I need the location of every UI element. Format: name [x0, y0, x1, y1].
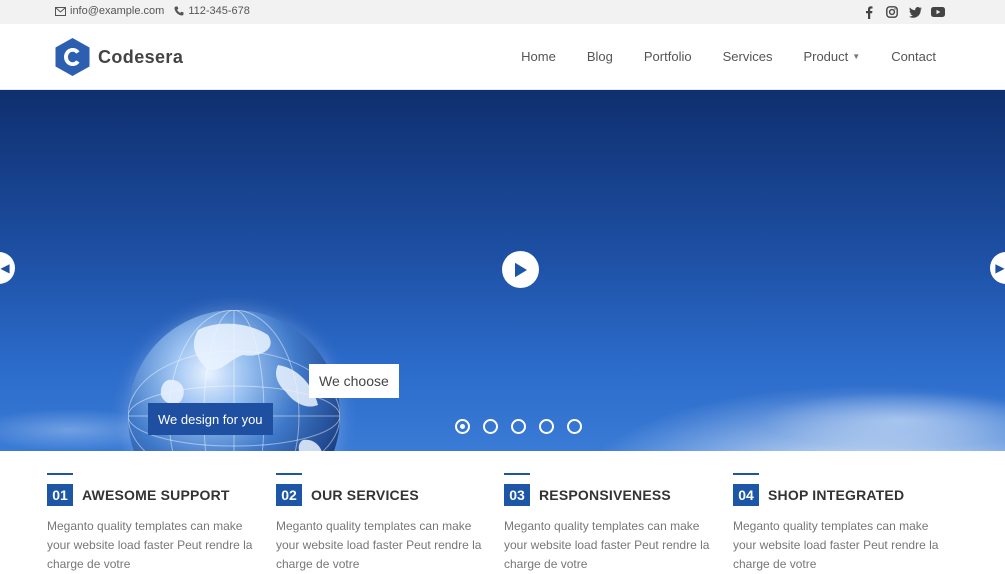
- slider-dot-4[interactable]: [539, 419, 554, 434]
- arrow-right-icon: ▶: [995, 261, 1005, 275]
- slider-dot-1[interactable]: [455, 419, 470, 434]
- play-video-button[interactable]: [502, 251, 539, 288]
- feature-description: Meganto quality templates can make your …: [276, 519, 482, 571]
- slider-pagination: [455, 419, 595, 434]
- play-icon: [514, 262, 527, 277]
- hero-slider: ◀ ▶ We choose We design for you: [0, 90, 1005, 451]
- nav-services[interactable]: Services: [723, 49, 773, 64]
- youtube-icon[interactable]: [931, 5, 945, 19]
- feature-description: Meganto quality templates can make your …: [733, 519, 939, 571]
- slider-next-button[interactable]: ▶: [990, 252, 1005, 284]
- feature-description: Meganto quality templates can make your …: [47, 519, 253, 571]
- social-links: [853, 5, 945, 19]
- feature-accent-bar: [733, 473, 759, 475]
- brand-name: Codesera: [98, 46, 184, 67]
- phone-text: 112-345-678: [188, 5, 250, 17]
- feature-title: RESPONSIVENESS: [539, 487, 671, 503]
- nav-portfolio[interactable]: Portfolio: [644, 49, 692, 64]
- feature-description: Meganto quality templates can make your …: [504, 519, 710, 571]
- feature-card: 04 SHOP INTEGRATED Meganto quality templ…: [733, 473, 943, 574]
- slide-caption-top: We choose: [309, 364, 399, 398]
- feature-card: 01 AWESOME SUPPORT Meganto quality templ…: [47, 473, 257, 574]
- feature-number: 01: [47, 484, 73, 506]
- feature-title: AWESOME SUPPORT: [82, 487, 230, 503]
- envelope-icon: [55, 6, 66, 16]
- logo[interactable]: Codesera: [54, 37, 183, 77]
- slide-caption-bottom: We design for you: [148, 403, 273, 435]
- contact-info: info@example.com 112-345-678: [55, 5, 260, 17]
- slider-prev-button[interactable]: ◀: [0, 252, 15, 284]
- feature-accent-bar: [276, 473, 302, 475]
- nav-home[interactable]: Home: [521, 49, 556, 64]
- feature-title: SHOP INTEGRATED: [768, 487, 905, 503]
- phone-icon: [174, 6, 184, 16]
- phone-contact[interactable]: 112-345-678: [174, 5, 250, 17]
- feature-accent-bar: [504, 473, 530, 475]
- slider-dot-2[interactable]: [483, 419, 498, 434]
- slider-dot-5[interactable]: [567, 419, 582, 434]
- twitter-icon[interactable]: [908, 5, 922, 19]
- top-bar: info@example.com 112-345-678: [0, 0, 1005, 24]
- email-contact[interactable]: info@example.com: [55, 5, 164, 17]
- codesera-logo-icon: [55, 38, 90, 76]
- slider-dot-3[interactable]: [511, 419, 526, 434]
- email-text: info@example.com: [70, 5, 165, 17]
- feature-number: 03: [504, 484, 530, 506]
- feature-accent-bar: [47, 473, 73, 475]
- main-nav: Home Blog Portfolio Services Product ▼ C…: [521, 49, 936, 64]
- nav-product[interactable]: Product ▼: [803, 49, 860, 64]
- caret-down-icon: ▼: [852, 52, 861, 61]
- facebook-icon[interactable]: [862, 5, 876, 19]
- site-header: Codesera Home Blog Portfolio Services Pr…: [0, 24, 1005, 90]
- feature-number: 02: [276, 484, 302, 506]
- arrow-left-icon: ◀: [0, 261, 10, 275]
- feature-number: 04: [733, 484, 759, 506]
- nav-product-label: Product: [803, 49, 849, 64]
- feature-title: OUR SERVICES: [311, 487, 419, 503]
- feature-card: 03 RESPONSIVENESS Meganto quality templa…: [504, 473, 714, 574]
- nav-blog[interactable]: Blog: [587, 49, 613, 64]
- instagram-icon[interactable]: [885, 5, 899, 19]
- nav-contact[interactable]: Contact: [891, 49, 936, 64]
- features-section: 01 AWESOME SUPPORT Meganto quality templ…: [0, 451, 1005, 571]
- feature-card: 02 OUR SERVICES Meganto quality template…: [276, 473, 486, 574]
